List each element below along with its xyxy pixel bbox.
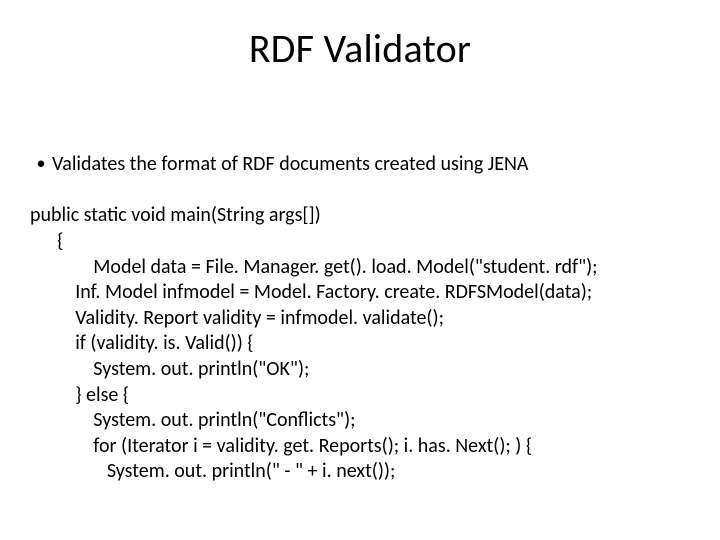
code-line-1: public static void main(String args[]) [30, 203, 321, 227]
code-line-10: for (Iterator i = validity. get. Reports… [30, 434, 532, 458]
code-line-11: System. out. println(" - " + i. next()); [30, 459, 395, 483]
code-line-2: { [30, 229, 63, 253]
code-line-6: if (validity. is. Valid()) { [30, 331, 254, 355]
slide-title: RDF Validator [30, 24, 690, 73]
bullet-icon: • [30, 152, 52, 175]
code-line-3: Model data = File. Manager. get(). load.… [30, 255, 598, 279]
code-line-4: Inf. Model infmodel = Model. Factory. cr… [30, 280, 592, 304]
code-line-5: Validity. Report validity = infmodel. va… [30, 306, 444, 330]
slide: RDF Validator •Validates the format of R… [0, 0, 720, 540]
bullet-text: Validates the format of RDF documents cr… [52, 152, 528, 178]
slide-content: •Validates the format of RDF documents c… [30, 101, 690, 511]
code-line-7: System. out. println("OK"); [30, 357, 309, 381]
code-line-8: } else { [30, 383, 129, 407]
code-line-9: System. out. println("Conflicts"); [30, 408, 355, 432]
bullet-item: •Validates the format of RDF documents c… [30, 152, 690, 178]
